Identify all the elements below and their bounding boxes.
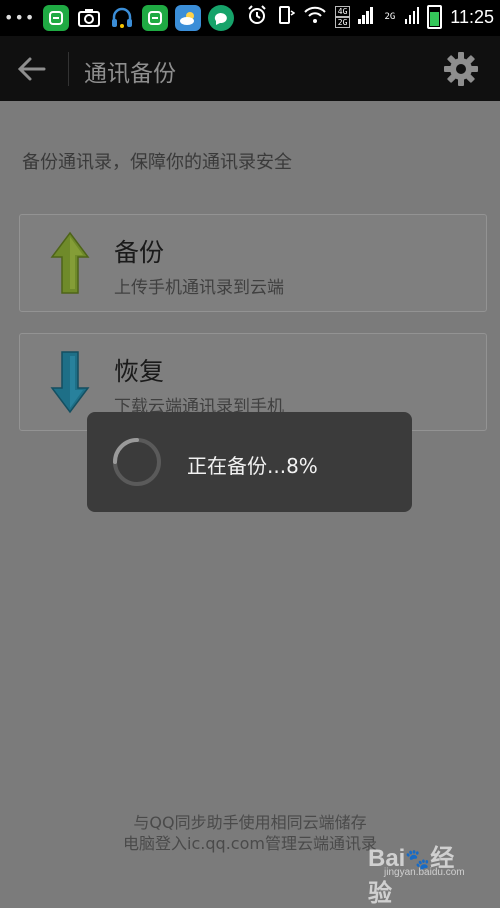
backup-subtitle: 上传手机通讯录到云端	[114, 278, 284, 298]
system-icons: 4G 2G 2G 11:25	[247, 5, 494, 29]
backup-title: 备份	[114, 238, 165, 267]
battery-icon	[427, 5, 443, 29]
network-tag-2: 2G	[384, 11, 396, 22]
signal-icon	[358, 6, 374, 28]
watermark-url: jingyan.baidu.com	[384, 867, 465, 878]
loading-spinner-icon	[113, 438, 161, 486]
headset-icon	[109, 5, 135, 31]
settings-button[interactable]	[442, 50, 480, 88]
more-notifications-icon: •••	[4, 8, 36, 27]
page-title: 通讯备份	[84, 61, 176, 87]
back-button[interactable]	[14, 52, 50, 86]
status-time: 11:25	[450, 6, 494, 27]
app-notification-icon-2	[142, 5, 169, 31]
restore-title: 恢复	[114, 357, 165, 386]
gear-icon	[444, 52, 478, 86]
back-arrow-icon	[17, 57, 46, 81]
wifi-icon	[303, 6, 327, 28]
vibrate-icon	[275, 5, 296, 29]
app-notification-icon	[43, 5, 70, 31]
backup-hint-text: 备份通讯录，保障你的通讯录安全	[22, 152, 292, 173]
chat-icon	[208, 5, 235, 31]
network-tag-top: 4G	[334, 6, 351, 17]
baidu-jingyan-watermark: Bai🐾经验 jingyan.baidu.com	[368, 838, 478, 907]
screenshot-icon	[76, 5, 102, 31]
app-bar-divider	[68, 52, 69, 86]
app-bar: 通讯备份	[0, 36, 500, 101]
backup-card[interactable]: 备份 上传手机通讯录到云端	[19, 214, 487, 312]
progress-text: 正在备份...8%	[187, 454, 318, 478]
network-tag-bottom: 2G	[334, 17, 351, 28]
signal-icon-2	[405, 6, 420, 28]
progress-dialog: 正在备份...8%	[87, 412, 412, 512]
upload-arrow-icon	[50, 231, 90, 294]
network-type-badge: 4G 2G	[334, 6, 351, 28]
download-arrow-icon	[50, 351, 90, 414]
alarm-icon	[247, 5, 267, 29]
notification-icons: •••	[4, 5, 241, 31]
weather-icon	[175, 5, 202, 31]
status-bar: ••• 4G 2G 2G 11:25	[0, 0, 500, 36]
